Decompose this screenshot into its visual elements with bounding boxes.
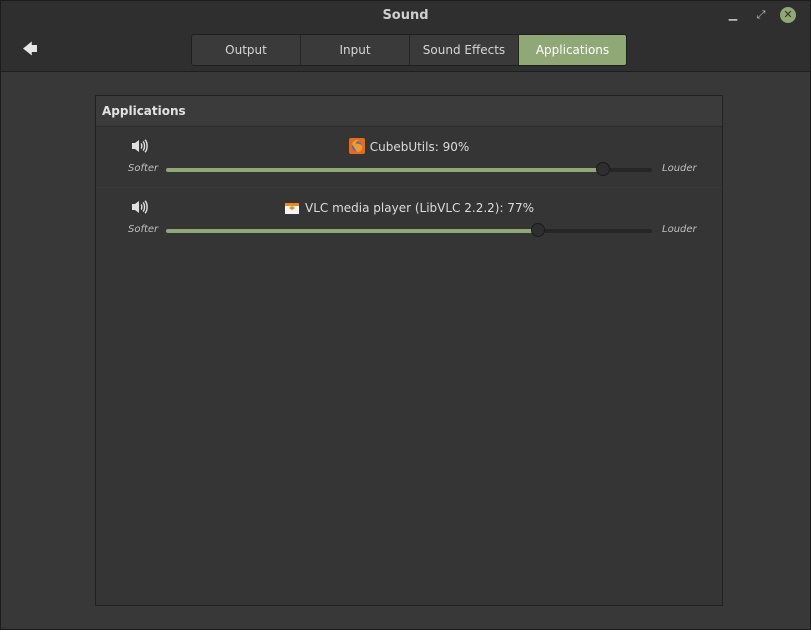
header-bar: Sound ▁ ⤢ ✕ 🡄 Output Input Sound Effects… (1, 1, 810, 72)
volume-slider-fill (166, 168, 604, 172)
app-label: CubebUtils: 90% (96, 138, 722, 154)
panel-heading: Applications (96, 96, 722, 127)
tab-output[interactable]: Output (192, 35, 301, 65)
softer-label: Softer (128, 224, 159, 235)
louder-label: Louder (662, 163, 697, 174)
minimize-icon[interactable]: ▁ (725, 7, 741, 23)
window-title: Sound (382, 8, 429, 23)
app-row: VLC media player (LibVLC 2.2.2): 77% Sof… (96, 188, 722, 248)
app-row: CubebUtils: 90% Softer Louder (96, 127, 722, 188)
tab-bar: Output Input Sound Effects Applications (191, 34, 627, 66)
volume-slider-handle[interactable] (531, 223, 546, 237)
app-name: CubebUtils: 90% (369, 140, 470, 154)
volume-slider-handle[interactable] (596, 162, 611, 176)
maximize-icon[interactable]: ⤢ (753, 7, 769, 23)
tab-input[interactable]: Input (301, 35, 410, 65)
volume-slider[interactable] (166, 162, 652, 176)
app-label: VLC media player (LibVLC 2.2.2): 77% (96, 199, 722, 215)
vlc-icon (285, 199, 300, 214)
app-name: VLC media player (LibVLC 2.2.2): 77% (305, 201, 534, 215)
softer-label: Softer (128, 163, 159, 174)
close-icon[interactable]: ✕ (780, 7, 796, 23)
sound-window: Sound ▁ ⤢ ✕ 🡄 Output Input Sound Effects… (0, 0, 811, 630)
tab-sound-effects[interactable]: Sound Effects (410, 35, 519, 65)
volume-slider[interactable] (166, 223, 652, 237)
applications-panel: Applications CubebUtils: 90% Softer Loud… (95, 95, 723, 606)
tab-applications[interactable]: Applications (519, 35, 626, 65)
firefox-icon (348, 138, 365, 154)
volume-slider-fill (166, 229, 539, 233)
back-arrow-icon[interactable]: 🡄 (19, 39, 41, 59)
louder-label: Louder (662, 224, 697, 235)
